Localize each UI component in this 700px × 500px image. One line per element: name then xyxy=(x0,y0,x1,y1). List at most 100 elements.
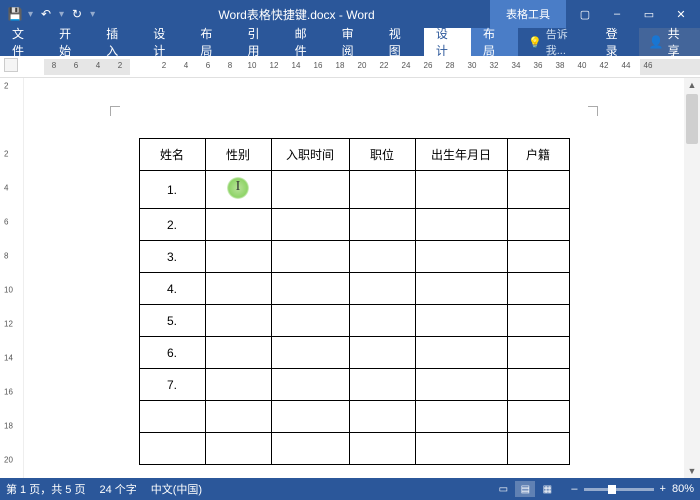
tab-design[interactable]: 设计 xyxy=(141,28,188,56)
table-cell[interactable] xyxy=(507,305,569,337)
table-cell[interactable] xyxy=(271,209,349,241)
table-cell[interactable] xyxy=(205,401,271,433)
ribbon-display-options-icon[interactable]: ▢ xyxy=(570,3,600,25)
table-cell[interactable] xyxy=(349,305,415,337)
save-icon[interactable]: 💾 xyxy=(8,7,22,21)
table-row[interactable] xyxy=(139,433,569,465)
table-cell[interactable] xyxy=(271,401,349,433)
table-cell[interactable] xyxy=(507,433,569,465)
table-cell[interactable] xyxy=(349,401,415,433)
table-row[interactable]: 2. xyxy=(139,209,569,241)
scroll-up-icon[interactable]: ▲ xyxy=(685,78,699,92)
table-cell[interactable]: 1. xyxy=(139,171,205,209)
table-cell[interactable] xyxy=(271,369,349,401)
vertical-ruler[interactable]: 22468101214161820 xyxy=(0,78,24,478)
table-cell[interactable] xyxy=(271,305,349,337)
table-cell[interactable] xyxy=(349,337,415,369)
table-row[interactable]: 5. xyxy=(139,305,569,337)
document-table[interactable]: 姓名性别入职时间职位出生年月日户籍1.2.3.4.5.6.7. xyxy=(139,138,570,465)
table-cell[interactable] xyxy=(507,171,569,209)
zoom-percent[interactable]: 80% xyxy=(672,483,694,495)
table-cell[interactable] xyxy=(507,209,569,241)
tell-me-search[interactable]: 💡 告诉我... xyxy=(518,28,596,56)
table-cell[interactable] xyxy=(507,369,569,401)
table-cell[interactable] xyxy=(205,209,271,241)
table-row[interactable]: 6. xyxy=(139,337,569,369)
undo-dropdown-icon[interactable]: ▾ xyxy=(59,9,64,20)
page-info[interactable]: 第 1 页，共 5 页 xyxy=(6,481,85,497)
scroll-thumb[interactable] xyxy=(686,94,698,144)
tab-insert[interactable]: 插入 xyxy=(94,28,141,56)
close-button[interactable]: ✕ xyxy=(666,3,696,25)
tab-table-layout[interactable]: 布局 xyxy=(471,28,518,56)
table-header-cell[interactable]: 性别 xyxy=(205,139,271,171)
table-header-cell[interactable]: 户籍 xyxy=(507,139,569,171)
table-cell[interactable] xyxy=(271,273,349,305)
table-cell[interactable] xyxy=(205,273,271,305)
table-cell[interactable] xyxy=(415,209,507,241)
table-cell[interactable] xyxy=(139,401,205,433)
tab-review[interactable]: 审阅 xyxy=(330,28,377,56)
table-cell[interactable] xyxy=(415,305,507,337)
share-button[interactable]: 👤 共享 xyxy=(639,28,700,56)
tab-view[interactable]: 视图 xyxy=(377,28,424,56)
table-cell[interactable]: 5. xyxy=(139,305,205,337)
table-cell[interactable] xyxy=(205,171,271,209)
read-mode-icon[interactable]: ▭ xyxy=(493,481,513,497)
table-cell[interactable] xyxy=(415,171,507,209)
table-cell[interactable] xyxy=(507,337,569,369)
table-cell[interactable] xyxy=(271,433,349,465)
language-status[interactable]: 中文(中国) xyxy=(151,481,202,497)
table-cell[interactable] xyxy=(271,337,349,369)
table-cell[interactable] xyxy=(349,241,415,273)
table-cell[interactable] xyxy=(205,369,271,401)
tab-table-design[interactable]: 设计 xyxy=(424,28,471,56)
table-cell[interactable] xyxy=(415,369,507,401)
zoom-slider[interactable] xyxy=(584,488,654,491)
scroll-track[interactable] xyxy=(685,92,699,464)
scroll-down-icon[interactable]: ▼ xyxy=(685,464,699,478)
table-cell[interactable] xyxy=(139,433,205,465)
tab-selector[interactable] xyxy=(4,58,18,72)
table-header-cell[interactable]: 入职时间 xyxy=(271,139,349,171)
table-header-cell[interactable]: 姓名 xyxy=(139,139,205,171)
table-cell[interactable] xyxy=(415,433,507,465)
table-cell[interactable]: 3. xyxy=(139,241,205,273)
qat-dropdown-icon[interactable]: ▾ xyxy=(28,9,33,20)
table-cell[interactable] xyxy=(205,241,271,273)
table-cell[interactable] xyxy=(205,337,271,369)
table-cell[interactable] xyxy=(205,305,271,337)
table-cell[interactable]: 2. xyxy=(139,209,205,241)
table-row[interactable] xyxy=(139,401,569,433)
page-canvas[interactable]: 姓名性别入职时间职位出生年月日户籍1.2.3.4.5.6.7. xyxy=(24,78,684,478)
table-cell[interactable] xyxy=(349,369,415,401)
table-row[interactable]: 7. xyxy=(139,369,569,401)
table-row[interactable]: 1. xyxy=(139,171,569,209)
maximize-button[interactable]: ▭ xyxy=(634,3,664,25)
qat-customize-icon[interactable]: ▾ xyxy=(90,9,95,20)
zoom-out-button[interactable]: – xyxy=(571,483,577,495)
print-layout-icon[interactable]: ▤ xyxy=(515,481,535,497)
table-cell[interactable] xyxy=(507,401,569,433)
table-header-cell[interactable]: 职位 xyxy=(349,139,415,171)
tab-home[interactable]: 开始 xyxy=(47,28,94,56)
table-cell[interactable] xyxy=(415,241,507,273)
table-header-cell[interactable]: 出生年月日 xyxy=(415,139,507,171)
table-cell[interactable] xyxy=(205,433,271,465)
tab-mailings[interactable]: 邮件 xyxy=(283,28,330,56)
minimize-button[interactable]: – xyxy=(602,3,632,25)
tab-file[interactable]: 文件 xyxy=(0,28,47,56)
table-header-row[interactable]: 姓名性别入职时间职位出生年月日户籍 xyxy=(139,139,569,171)
web-layout-icon[interactable]: ▦ xyxy=(537,481,557,497)
horizontal-ruler[interactable]: 8642246810121416182022242628303234363840… xyxy=(0,56,700,78)
table-cell[interactable]: 6. xyxy=(139,337,205,369)
zoom-in-button[interactable]: + xyxy=(660,483,666,495)
login-button[interactable]: 登录 xyxy=(596,28,639,56)
table-cell[interactable] xyxy=(271,171,349,209)
table-cell[interactable] xyxy=(415,401,507,433)
table-cell[interactable] xyxy=(349,209,415,241)
redo-icon[interactable]: ↻ xyxy=(70,7,84,21)
undo-icon[interactable]: ↶ xyxy=(39,7,53,21)
table-cell[interactable] xyxy=(349,273,415,305)
word-count[interactable]: 24 个字 xyxy=(99,481,136,497)
